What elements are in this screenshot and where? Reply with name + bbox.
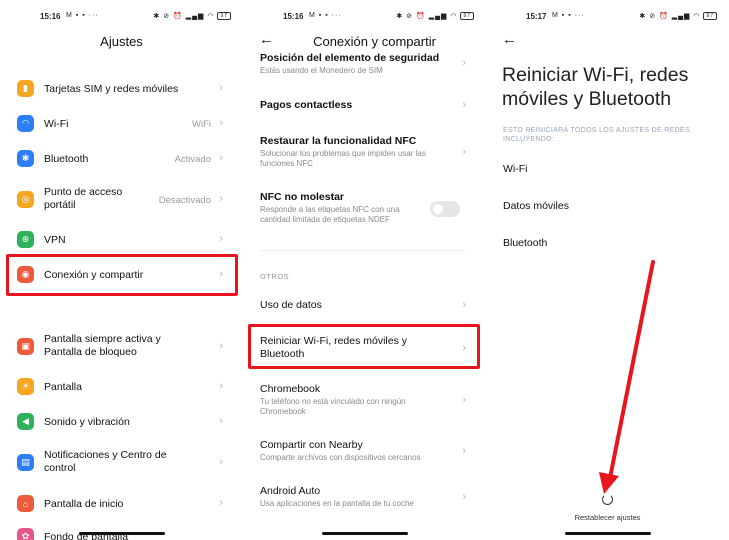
battery-icon: 97 <box>460 12 474 21</box>
hotspot-icon: ◎ <box>17 191 34 208</box>
chromebook-item[interactable]: Chromebook Tu teléfono no está vinculado… <box>260 383 476 419</box>
home-icon: ⌂ <box>17 495 34 512</box>
settings-item-notifications[interactable]: ▤ Notificaciones y Centro de control › <box>12 449 233 477</box>
item-value: WiFi <box>192 119 211 130</box>
item-label: Sonido y vibración <box>44 416 130 428</box>
gesture-bar[interactable] <box>564 532 651 535</box>
lock-screen-icon: ▣ <box>17 338 34 355</box>
item-label: Bluetooth <box>44 153 89 165</box>
restore-nfc-item[interactable]: Restaurar la funcionalidad NFC Soluciona… <box>260 135 476 171</box>
brightness-icon: ☀ <box>17 378 34 395</box>
reset-icon <box>602 494 613 505</box>
item-subtitle: Usa aplicaciones en la pantalla de tu co… <box>260 499 414 508</box>
sound-icon: ◀ <box>17 413 34 430</box>
item-value: Desactivado <box>158 195 211 206</box>
item-subtitle: Estás usando el Monedero de SIM <box>260 66 383 75</box>
item-title: Android Auto <box>260 485 321 497</box>
item-title: Restaurar la funcionalidad NFC <box>260 135 417 147</box>
page-title: Ajustes <box>100 34 143 49</box>
chevron-right-icon: › <box>462 491 466 503</box>
item-value: Activado <box>174 154 211 165</box>
settings-item-display[interactable]: ☀ Pantalla › <box>12 378 233 396</box>
nfc-do-not-disturb-item[interactable]: NFC no molestar Responde a las etiquetas… <box>260 191 476 227</box>
item-label: Pantalla de inicio <box>44 498 124 510</box>
secure-element-item[interactable]: Posición del elemento de seguridad Estás… <box>260 52 476 76</box>
gesture-bar[interactable] <box>78 532 165 535</box>
system-icons: ✱ ⊘ ⏰ ▂▄▆ ◠ 97 <box>153 12 231 21</box>
system-icons: ✱ ⊘ ⏰ ▂▄▆ ◠ 97 <box>396 12 474 21</box>
item-label: VPN <box>44 234 66 246</box>
bluetooth-icon: ✱ <box>17 150 34 167</box>
chevron-right-icon: › <box>219 82 223 94</box>
chevron-right-icon: › <box>219 415 223 427</box>
settings-item-always-on-display[interactable]: ▣ Pantalla siempre activa y Pantalla de … <box>12 333 233 361</box>
item-label: Notificaciones y Centro de control <box>44 449 167 474</box>
item-subtitle: Responde a las etiquetas NFC con una can… <box>260 205 400 224</box>
chevron-right-icon: › <box>219 380 223 392</box>
settings-item-vpn[interactable]: ⊕ VPN › <box>12 231 233 249</box>
nfc-dnd-toggle[interactable] <box>430 201 460 217</box>
settings-item-bluetooth[interactable]: ✱ Bluetooth Activado › <box>12 150 233 168</box>
wifi-icon: ◠ <box>17 115 34 132</box>
status-bar: 15:16 M ▪ ▪ ··· ✱ ⊘ ⏰ ▂▄▆ ◠ 97 <box>0 11 243 23</box>
annotation-arrow <box>599 260 655 494</box>
item-title: Pagos contactless <box>260 99 353 111</box>
android-auto-item[interactable]: Android Auto Usa aplicaciones en la pant… <box>260 485 476 511</box>
chevron-right-icon: › <box>219 193 223 205</box>
notification-icons: M ▪ ▪ ··· <box>66 12 99 19</box>
item-title: Uso de datos <box>260 299 322 311</box>
nearby-share-item[interactable]: Compartir con Nearby Comparte archivos c… <box>260 439 476 465</box>
notifications-icon: ▤ <box>17 454 34 471</box>
gesture-bar[interactable] <box>321 532 408 535</box>
chevron-right-icon: › <box>462 445 466 457</box>
battery-icon: 97 <box>217 12 231 21</box>
chevron-right-icon: › <box>462 57 466 69</box>
item-title: Compartir con Nearby <box>260 439 363 451</box>
item-label: Wi-Fi <box>44 118 69 130</box>
item-subtitle: Comparte archivos con dispositivos cerca… <box>260 453 421 462</box>
chevron-right-icon: › <box>219 497 223 509</box>
page-title: Conexión y compartir <box>313 34 436 49</box>
chevron-right-icon: › <box>462 99 466 111</box>
item-label: Pantalla siempre activa y Pantalla de bl… <box>44 333 161 358</box>
settings-item-wifi[interactable]: ◠ Wi-Fi WiFi › <box>12 115 233 133</box>
item-label: Tarjetas SIM y redes móviles <box>44 83 179 95</box>
highlight-box <box>248 324 480 369</box>
settings-screen: 15:16 M ▪ ▪ ··· ✱ ⊘ ⏰ ▂▄▆ ◠ 97 Ajustes ▮… <box>0 0 243 540</box>
reset-label: Restablecer ajustes <box>574 513 641 522</box>
status-bar: 15:16 M ▪ ▪ ··· ✱ ⊘ ⏰ ▂▄▆ ◠ 97 <box>243 11 486 23</box>
status-time: 15:16 <box>40 12 61 21</box>
vpn-globe-icon: ⊕ <box>17 231 34 248</box>
item-label: Pantalla <box>44 381 82 393</box>
settings-item-sound[interactable]: ◀ Sonido y vibración › <box>12 413 233 431</box>
contactless-payments-item[interactable]: Pagos contactless › <box>260 99 476 113</box>
sim-card-icon: ▮ <box>17 80 34 97</box>
item-title: Chromebook <box>260 383 321 395</box>
item-subtitle: Solucionar los problemas que impiden usa… <box>260 149 426 168</box>
item-subtitle: Tu teléfono no está vinculado con ningún… <box>260 397 406 416</box>
chevron-right-icon: › <box>219 233 223 245</box>
settings-item-sim[interactable]: ▮ Tarjetas SIM y redes móviles › <box>12 80 233 98</box>
wallpaper-icon: ✿ <box>17 528 34 540</box>
chevron-right-icon: › <box>462 299 466 311</box>
settings-item-home-screen[interactable]: ⌂ Pantalla de inicio › <box>12 495 233 513</box>
settings-item-hotspot[interactable]: ◎ Punto de acceso portátil Desactivado › <box>12 186 233 214</box>
item-title: Posición del elemento de seguridad <box>260 52 440 64</box>
connection-sharing-screen: 15:16 M ▪ ▪ ··· ✱ ⊘ ⏰ ▂▄▆ ◠ 97 ← Conexió… <box>243 0 486 540</box>
chevron-right-icon: › <box>219 117 223 129</box>
notification-icons: M ▪ ▪ ··· <box>309 12 342 19</box>
reset-network-screen: 15:17 M ▪ ▪ ··· ✱ ⊘ ⏰ ▂▄▆ ◠ 97 ← Reinici… <box>486 0 729 540</box>
highlight-box <box>6 254 238 296</box>
section-header: OTROS <box>260 272 290 281</box>
chevron-right-icon: › <box>462 146 466 158</box>
status-time: 15:16 <box>283 12 304 21</box>
item-label: Punto de acceso portátil <box>44 186 123 211</box>
chevron-right-icon: › <box>219 456 223 468</box>
chevron-right-icon: › <box>462 394 466 406</box>
chevron-right-icon: › <box>219 340 223 352</box>
divider <box>260 250 466 251</box>
reset-settings-button[interactable]: Restablecer ajustes <box>486 492 729 522</box>
data-usage-item[interactable]: Uso de datos › <box>260 299 476 313</box>
chevron-right-icon: › <box>219 152 223 164</box>
